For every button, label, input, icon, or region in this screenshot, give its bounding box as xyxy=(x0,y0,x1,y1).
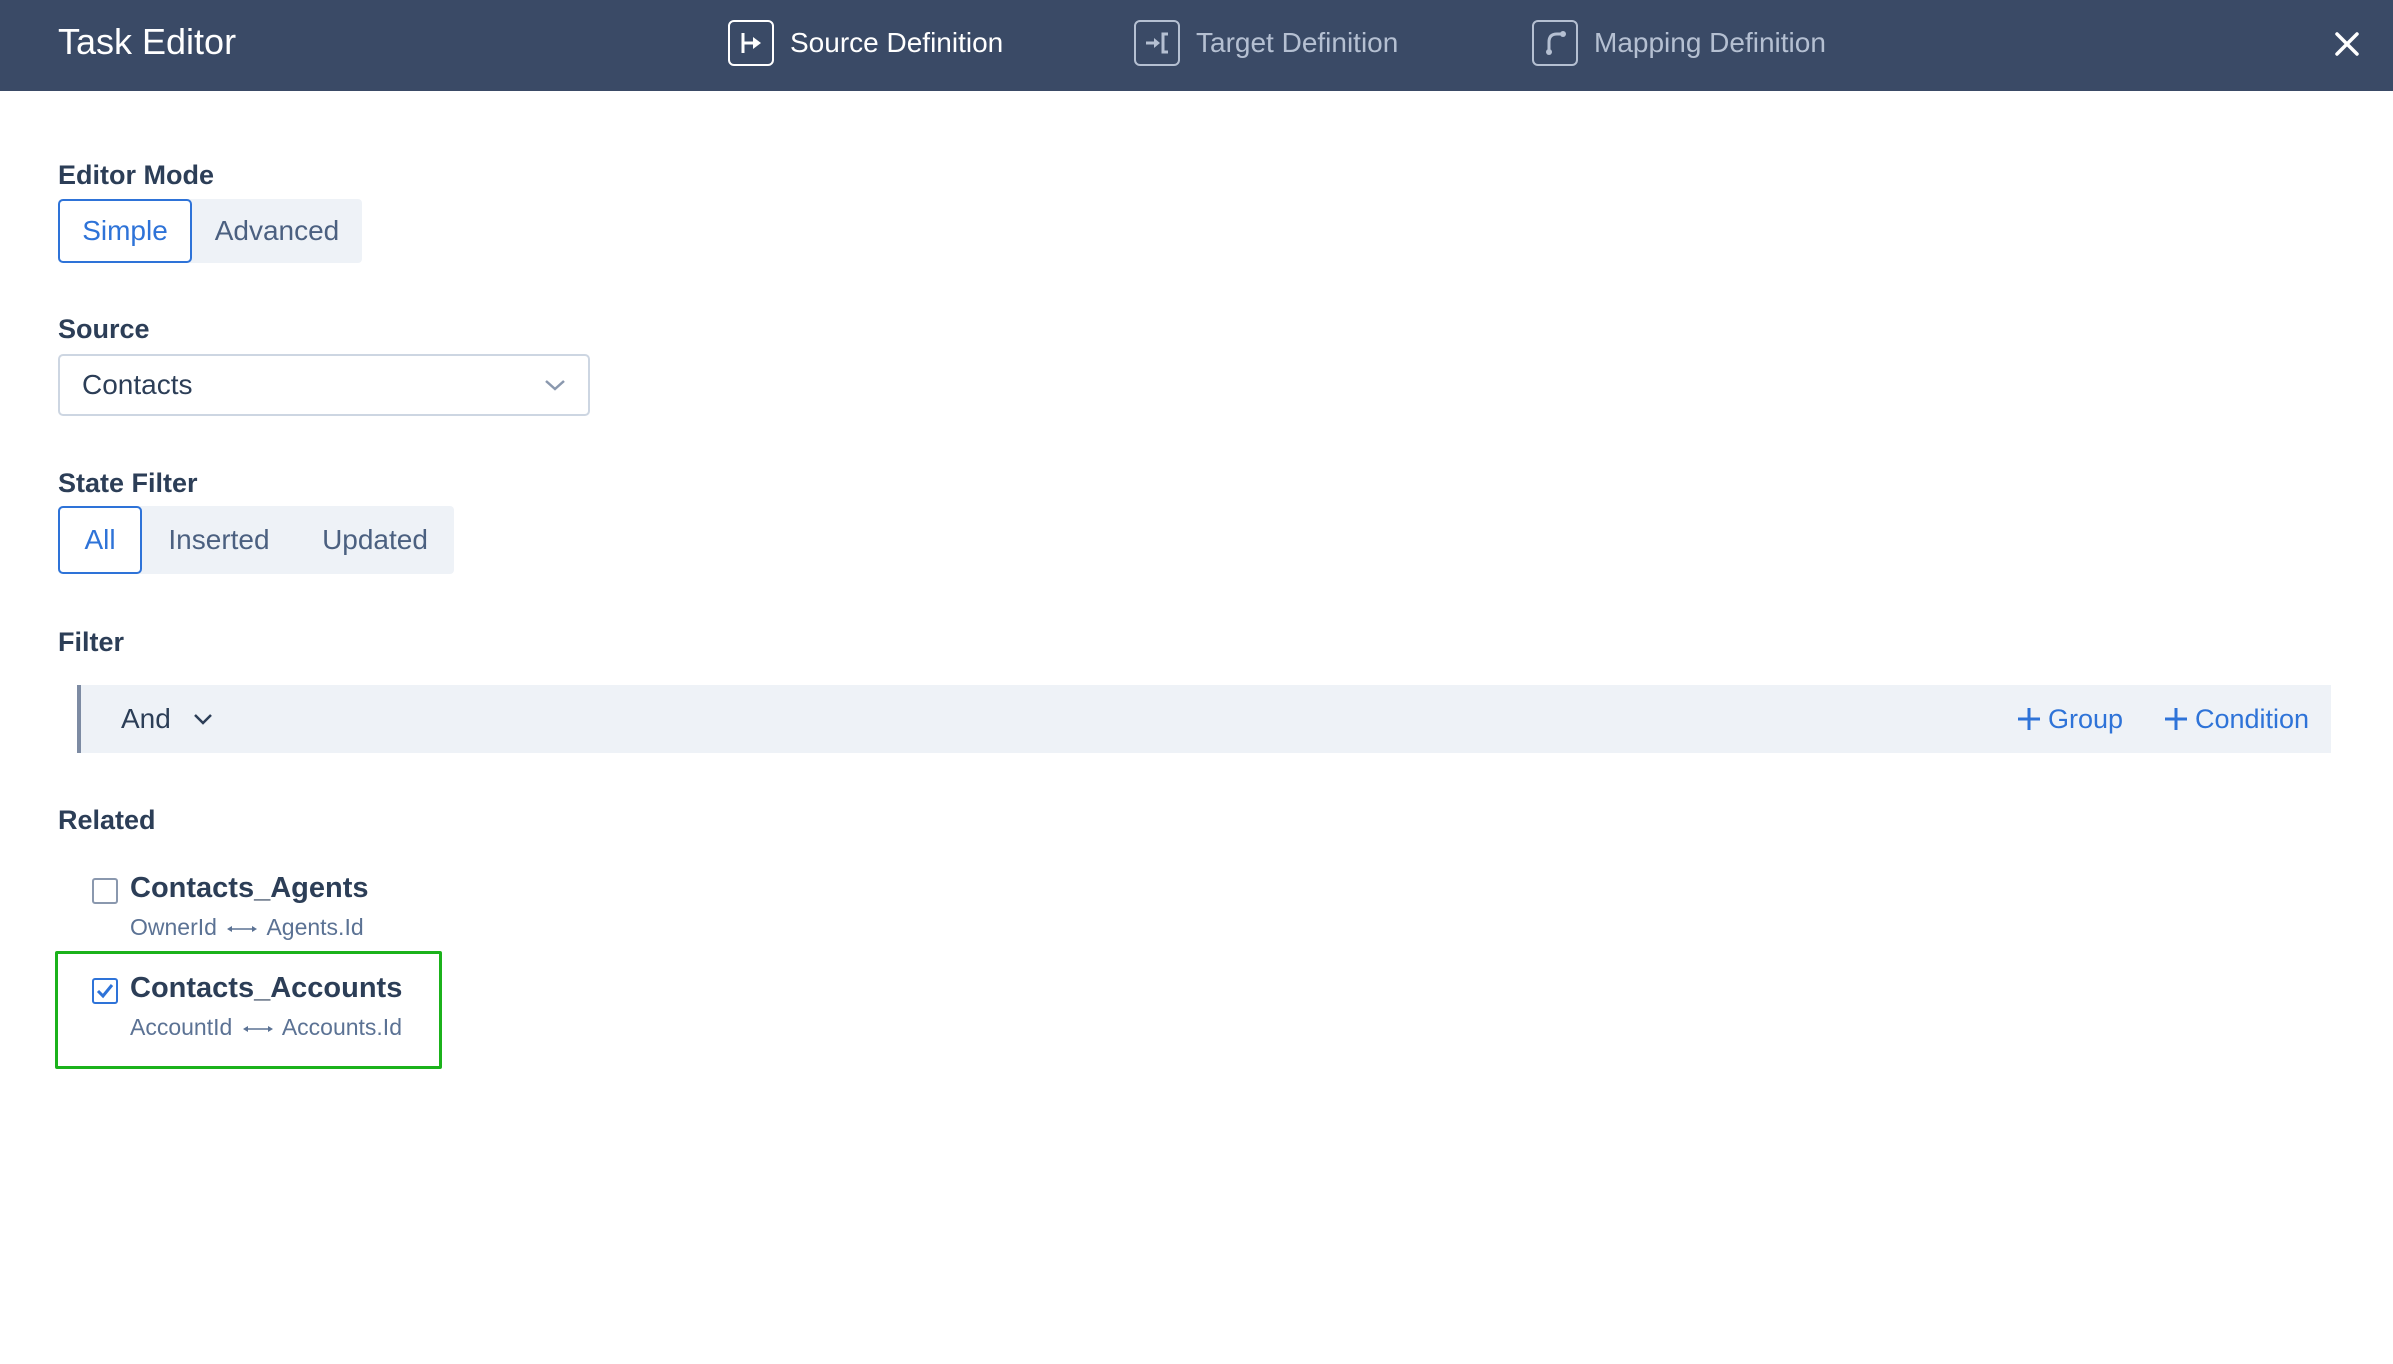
chevron-down-icon xyxy=(193,713,213,725)
add-group-button[interactable]: Group xyxy=(2016,685,2123,753)
checkmark-icon xyxy=(96,984,114,999)
join-left-key: AccountId xyxy=(130,1014,233,1040)
related-checkbox-contacts-agents[interactable] xyxy=(92,878,118,904)
app-title: Task Editor xyxy=(58,21,237,62)
state-filter-all[interactable]: All xyxy=(58,506,142,574)
join-left-key: OwnerId xyxy=(130,914,217,940)
related-item-name: Contacts_Agents xyxy=(130,872,369,904)
join-right-key: Accounts.Id xyxy=(281,1014,402,1040)
source-definition-icon xyxy=(728,20,774,66)
filter-operator-value: And xyxy=(121,703,171,734)
state-filter-inserted[interactable]: Inserted xyxy=(142,506,296,574)
related-item-join: AccountId Accounts.Id xyxy=(130,1014,402,1041)
close-button[interactable] xyxy=(2325,22,2369,66)
tab-label: Target Definition xyxy=(1196,27,1399,58)
selection-highlight xyxy=(55,951,442,1069)
plus-icon xyxy=(2163,706,2189,732)
close-icon xyxy=(2335,32,2359,56)
related-item-join: OwnerId Agents.Id xyxy=(130,914,364,941)
state-filter-label: State Filter xyxy=(58,468,198,498)
tab-source-definition[interactable]: Source Definition xyxy=(728,17,1003,69)
related-item-name: Contacts_Accounts xyxy=(130,972,403,1004)
tab-label: Source Definition xyxy=(790,27,1004,58)
join-right-key: Agents.Id xyxy=(266,914,364,940)
editor-mode-advanced[interactable]: Advanced xyxy=(192,199,362,263)
filter-label: Filter xyxy=(58,627,125,657)
editor-mode-simple[interactable]: Simple xyxy=(58,199,192,263)
add-condition-label: Condition xyxy=(2195,703,2310,734)
editor-mode-label: Editor Mode xyxy=(58,160,214,190)
source-label: Source xyxy=(58,314,150,344)
mapping-definition-icon xyxy=(1532,20,1578,66)
editor-mode-toggle: Simple Advanced xyxy=(58,199,362,263)
task-editor-header: Task Editor Source Definition Target Def… xyxy=(0,0,2393,91)
source-select-value: Contacts xyxy=(82,369,193,400)
target-definition-icon xyxy=(1134,20,1180,66)
state-filter-updated[interactable]: Updated xyxy=(296,506,454,574)
plus-icon xyxy=(2016,706,2042,732)
related-checkbox-contacts-accounts[interactable] xyxy=(92,978,118,1004)
two-way-arrow-icon xyxy=(227,925,258,932)
chevron-down-icon xyxy=(544,378,566,392)
related-label: Related xyxy=(58,805,156,835)
source-select[interactable]: Contacts xyxy=(58,354,590,416)
filter-operator-dropdown[interactable]: And xyxy=(121,685,213,753)
tab-target-definition[interactable]: Target Definition xyxy=(1134,17,1398,69)
filter-group-bar: And Group Condition xyxy=(77,685,2331,753)
two-way-arrow-icon xyxy=(242,1025,273,1032)
tab-mapping-definition[interactable]: Mapping Definition xyxy=(1532,17,1826,69)
state-filter-toggle: All Inserted Updated xyxy=(58,506,454,574)
add-group-label: Group xyxy=(2048,703,2124,734)
tab-label: Mapping Definition xyxy=(1594,27,1826,58)
add-condition-button[interactable]: Condition xyxy=(2163,685,2309,753)
